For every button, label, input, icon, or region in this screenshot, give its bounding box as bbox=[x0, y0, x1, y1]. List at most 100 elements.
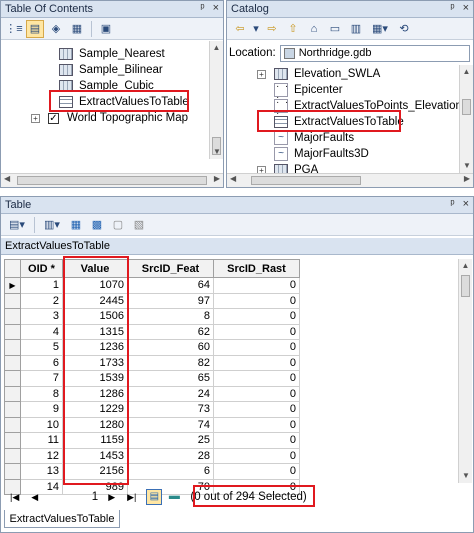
pin-icon[interactable]: ᵖ bbox=[450, 2, 454, 14]
column-header-oid[interactable]: OID * bbox=[20, 259, 63, 278]
scroll-up-icon[interactable]: ▲ bbox=[459, 259, 472, 273]
previous-record-icon[interactable]: ◀ bbox=[31, 492, 38, 503]
cell-srcid-feat[interactable]: 82 bbox=[127, 354, 214, 371]
cell-srcid-rast[interactable]: 0 bbox=[213, 447, 300, 464]
scroll-thumb[interactable] bbox=[461, 275, 470, 297]
cell-srcid-feat[interactable]: 64 bbox=[127, 277, 214, 294]
close-icon[interactable]: × bbox=[463, 2, 469, 14]
cell-oid[interactable]: 9 bbox=[20, 401, 63, 418]
back-icon[interactable]: ⇦ bbox=[231, 20, 249, 38]
scroll-right-icon[interactable]: ▶ bbox=[214, 174, 220, 183]
cell-srcid-feat[interactable]: 65 bbox=[127, 370, 214, 387]
delete-selected-icon[interactable]: ▧ bbox=[130, 216, 148, 234]
cell-oid[interactable]: 13 bbox=[20, 463, 63, 480]
cell-srcid-feat[interactable]: 73 bbox=[127, 401, 214, 418]
cell-oid[interactable]: 12 bbox=[20, 447, 63, 464]
toc-item-world-topographic-map[interactable]: + ✓ World Topographic Map bbox=[31, 110, 188, 126]
forward-icon[interactable]: ⇨ bbox=[263, 20, 281, 38]
sync-icon[interactable]: ⟲ bbox=[395, 20, 413, 38]
first-record-icon[interactable]: |◀ bbox=[10, 492, 19, 503]
row-selector[interactable]: ▶ bbox=[4, 277, 21, 294]
table-options-icon[interactable]: ▤▾ bbox=[5, 216, 29, 234]
cell-oid[interactable]: 8 bbox=[20, 385, 63, 402]
row-selector[interactable] bbox=[4, 354, 21, 371]
row-selector[interactable] bbox=[4, 463, 21, 480]
show-all-records-icon[interactable]: ▤ bbox=[146, 489, 163, 505]
close-icon[interactable]: × bbox=[213, 2, 219, 14]
cell-srcid-feat[interactable]: 24 bbox=[127, 385, 214, 402]
list-by-visibility-icon[interactable]: ◈ bbox=[47, 20, 65, 38]
row-selector[interactable] bbox=[4, 323, 21, 340]
row-selector[interactable] bbox=[4, 370, 21, 387]
toggle-contents-icon[interactable]: ▥ bbox=[347, 20, 365, 38]
column-header-srcid-feat[interactable]: SrcID_Feat bbox=[127, 259, 214, 278]
cell-srcid-feat[interactable]: 74 bbox=[127, 416, 214, 433]
pin-icon[interactable]: ᵖ bbox=[450, 198, 454, 210]
scroll-left-icon[interactable]: ◀ bbox=[230, 174, 236, 183]
scroll-down-icon[interactable]: ▼ bbox=[210, 145, 224, 159]
catalog-item-majorfaults[interactable]: ~ MajorFaults bbox=[274, 130, 354, 146]
scroll-up-icon[interactable]: ▲ bbox=[460, 65, 473, 79]
catalog-item-elevation-swla[interactable]: + Elevation_SWLA bbox=[257, 66, 380, 82]
cell-oid[interactable]: 10 bbox=[20, 416, 63, 433]
scroll-right-icon[interactable]: ▶ bbox=[464, 174, 470, 183]
list-by-source-icon[interactable]: ▤ bbox=[26, 19, 44, 38]
last-record-icon[interactable]: ▶| bbox=[127, 492, 136, 503]
cell-oid[interactable]: 11 bbox=[20, 432, 63, 449]
row-selector[interactable] bbox=[4, 416, 21, 433]
toc-vertical-scrollbar[interactable]: ▲ ▼ bbox=[209, 41, 223, 159]
cell-oid[interactable]: 7 bbox=[20, 370, 63, 387]
cell-srcid-feat[interactable]: 8 bbox=[127, 308, 214, 325]
cell-srcid-rast[interactable]: 0 bbox=[213, 370, 300, 387]
back-dropdown-icon[interactable]: ▾ bbox=[252, 20, 260, 38]
connect-folder-icon[interactable]: ▭ bbox=[326, 20, 344, 38]
cell-oid[interactable]: 5 bbox=[20, 339, 63, 356]
pin-icon[interactable]: ᵖ bbox=[200, 2, 204, 14]
cell-srcid-rast[interactable]: 0 bbox=[213, 416, 300, 433]
toc-item-sample-nearest[interactable]: Sample_Nearest bbox=[59, 46, 165, 62]
cell-srcid-rast[interactable]: 0 bbox=[213, 432, 300, 449]
toc-titlebar[interactable]: Table Of Contents ᵖ × bbox=[1, 1, 223, 18]
list-by-selection-icon[interactable]: ▦ bbox=[68, 20, 86, 38]
catalog-horizontal-scrollbar[interactable]: ◀ ▶ bbox=[227, 173, 473, 187]
cell-srcid-rast[interactable]: 0 bbox=[213, 323, 300, 340]
home-icon[interactable]: ⌂ bbox=[305, 20, 323, 38]
cell-srcid-feat[interactable]: 97 bbox=[127, 292, 214, 309]
view-options-icon[interactable]: ▦▾ bbox=[368, 20, 392, 38]
cell-oid[interactable]: 3 bbox=[20, 308, 63, 325]
list-by-drawing-order-icon[interactable]: ⋮≡ bbox=[5, 20, 23, 38]
cell-srcid-feat[interactable]: 60 bbox=[127, 339, 214, 356]
cell-srcid-rast[interactable]: 0 bbox=[213, 277, 300, 294]
current-record-field[interactable]: 1 bbox=[78, 491, 98, 503]
cell-srcid-rast[interactable]: 0 bbox=[213, 308, 300, 325]
options-icon[interactable]: ▣ bbox=[97, 20, 115, 38]
catalog-item-epicenter[interactable]: Epicenter bbox=[274, 81, 343, 103]
scroll-thumb[interactable] bbox=[17, 176, 207, 185]
cell-srcid-feat[interactable]: 62 bbox=[127, 323, 214, 340]
related-tables-icon[interactable]: ▥▾ bbox=[40, 216, 64, 234]
show-selected-records-icon[interactable]: ▬ bbox=[166, 489, 182, 505]
row-selector[interactable] bbox=[4, 401, 21, 418]
cell-srcid-feat[interactable]: 6 bbox=[127, 463, 214, 480]
scroll-down-icon[interactable]: ▼ bbox=[459, 469, 473, 483]
cell-srcid-rast[interactable]: 0 bbox=[213, 463, 300, 480]
cell-oid[interactable]: 1 bbox=[20, 277, 63, 294]
row-selector[interactable] bbox=[4, 385, 21, 402]
table-vertical-scrollbar[interactable]: ▲ ▼ bbox=[458, 259, 472, 483]
cell-srcid-rast[interactable]: 0 bbox=[213, 339, 300, 356]
clear-selection-icon[interactable]: ▢ bbox=[109, 216, 127, 234]
table-bottom-tab[interactable]: ExtractValuesToTable bbox=[4, 510, 120, 528]
visibility-checkbox[interactable]: ✓ bbox=[48, 112, 59, 124]
catalog-item-majorfaults3d[interactable]: ~ MajorFaults3D bbox=[274, 146, 369, 162]
row-selector[interactable] bbox=[4, 432, 21, 449]
cell-oid[interactable]: 4 bbox=[20, 323, 63, 340]
cell-srcid-feat[interactable]: 25 bbox=[127, 432, 214, 449]
row-selector[interactable] bbox=[4, 292, 21, 309]
row-selector[interactable] bbox=[4, 339, 21, 356]
cell-srcid-rast[interactable]: 0 bbox=[213, 292, 300, 309]
expand-icon[interactable]: + bbox=[31, 113, 40, 123]
toc-item-sample-bilinear[interactable]: Sample_Bilinear bbox=[59, 62, 163, 78]
table-tab-header[interactable]: ExtractValuesToTable bbox=[1, 238, 473, 255]
table-titlebar[interactable]: Table ᵖ × bbox=[1, 197, 473, 214]
up-one-level-icon[interactable]: ⇧ bbox=[284, 20, 302, 38]
